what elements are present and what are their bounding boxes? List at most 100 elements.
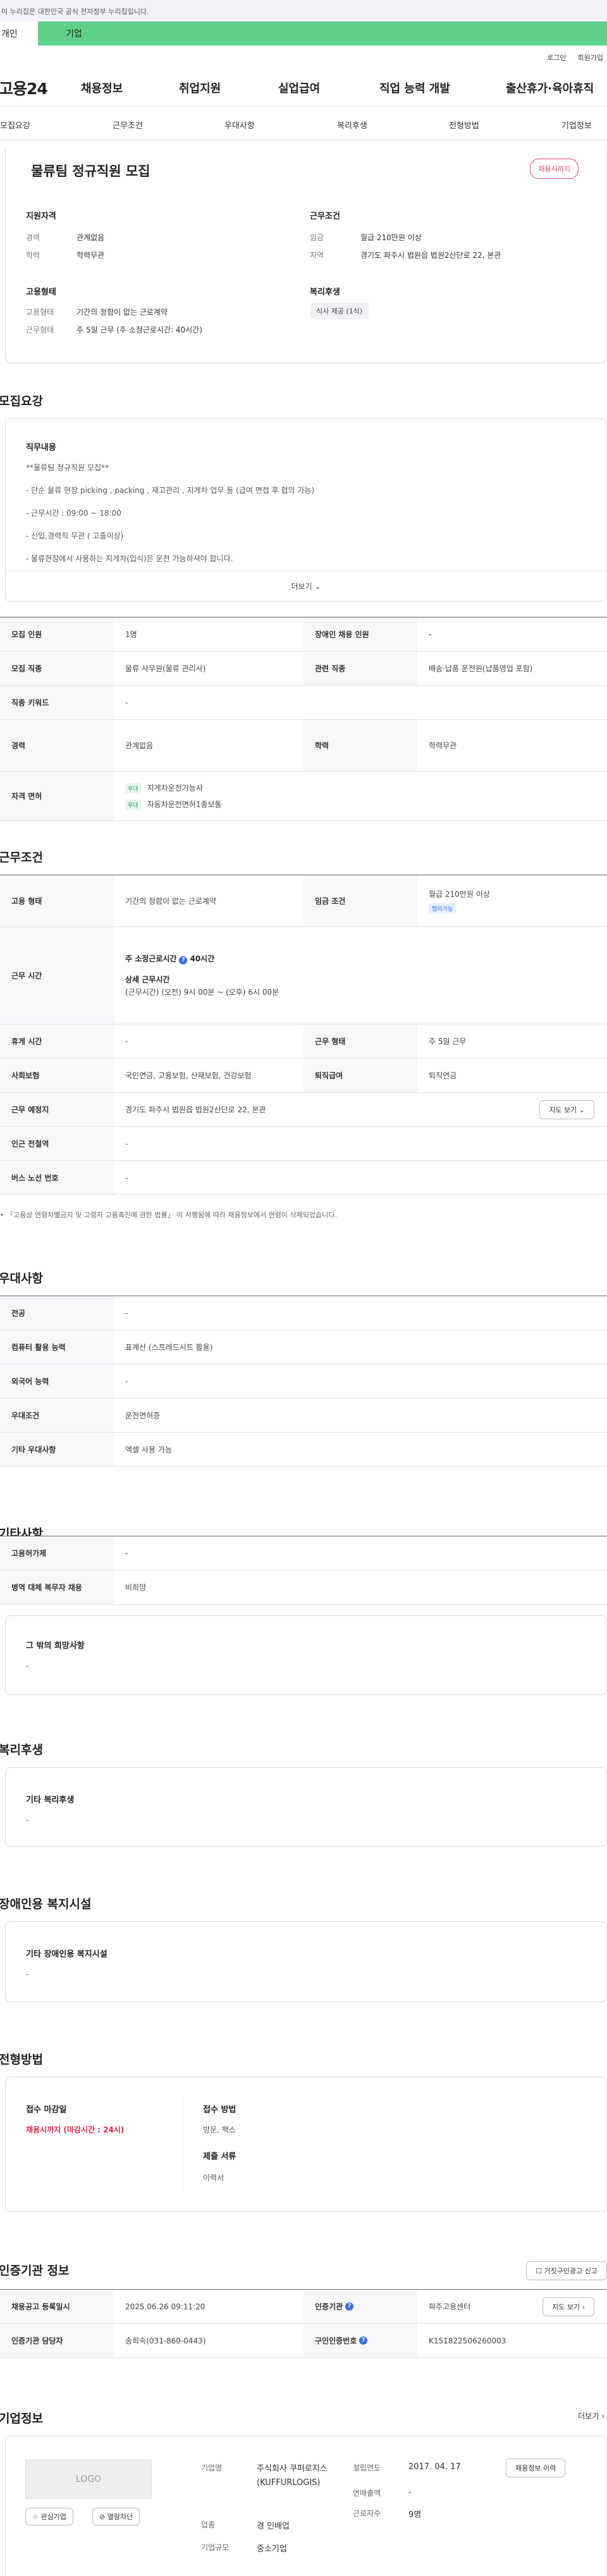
chevron-down-icon: ⌄ [579,1106,585,1114]
benefits-box: 기타 복리후생 - [5,1767,607,1847]
conditions-heading: 근무조건 [310,212,340,221]
gnb-menu-training[interactable]: 직업 능력 개발 [379,80,450,96]
table-cell: - [125,1308,128,1318]
block-company-button[interactable]: ⊘ 열람차단 [92,2508,140,2525]
history-button[interactable]: 채용정보 이력 [506,2458,566,2477]
table-row: 자격 면허 우대 지게차운전기능사 우대 자동차운전면허1종보통 [0,772,607,821]
user-type-tabs: 개인 기업 [0,21,607,46]
table-header: 전공 [0,1296,114,1330]
table-cell: 배송·납품 운전원(납품영업 포함) [429,664,533,673]
login-link[interactable]: 로그인 [547,52,566,63]
facilities-box: 기타 장애인용 복지시설 - [5,1921,607,2002]
selection-box: 접수 마감일 채용시까지 (마감시간 : 24시) 접수 방법 방문, 팩스 제… [5,2077,607,2212]
table-cell: 관계없음 [125,741,154,750]
gnb-menu-leave[interactable]: 출산휴가·육아휴직 [506,80,594,96]
company-name-value: 주식회사 쿠퍼로지스(KUFFURLOGIS) [257,2464,328,2488]
career-label: 경력 [26,233,40,242]
welfare-heading: 복리후생 [310,288,340,297]
table-header: 구인인증번호? [304,2324,417,2357]
company-logo: LOGO [25,2460,152,2499]
table-row: 근무 예정지 경기도 파주시 법원읍 법원2산단로 22, 본관 지도 보기 ⌄ [0,1093,607,1127]
table-header: 우대조건 [0,1399,114,1432]
gnb-menu-support[interactable]: 취업지원 [179,80,221,96]
table-cell: - [125,698,128,707]
table-header: 인근 전철역 [0,1127,114,1160]
hours-cell: 주 소정근로시간? 40시간 상세 근무시간 (근무시간) (오전) 9시 00분… [114,927,607,1024]
anchor-tab-recruit[interactable]: 모집요강 [0,119,30,131]
table-cell: - [125,1376,128,1386]
license-cell: 우대 지게차운전기능사 우대 자동차운전면허1종보통 [114,772,607,820]
duty-box: 직무내용 **물류팀 정규직원 모집** - 단순 물류 현장 picking … [5,418,607,602]
false-ad-report-button[interactable]: ☐ 거짓구인광고 신고 [526,2261,607,2280]
docs-value: 이력서 [203,2173,224,2182]
table-cell: 운전면허증 [125,1411,161,1420]
table-header: 임금 조건 [304,875,417,927]
anchor-tab-preference[interactable]: 우대사항 [224,119,255,131]
sales-value: - [408,2488,412,2497]
wage-cell: 월급 210만원 이상 협의가능 [429,889,490,914]
table-cell: 퇴직연금 [429,1071,457,1080]
gnb-menu-benefit[interactable]: 실업급여 [278,80,320,96]
table-header: 학력 [304,720,417,771]
facilities-value: - [26,1970,29,1979]
duty-more-button[interactable]: 더보기 ⌄ [6,581,606,592]
gnb-menu-jobs[interactable]: 채용정보 [81,80,123,96]
signup-link[interactable]: 회원가입 [578,52,603,63]
duty-line: - 신입,경력직 무관 ( 고졸이상) [26,532,124,540]
table-header: 근무 형태 [304,1024,417,1058]
interest-company-button[interactable]: ☆ 관심기업 [25,2508,73,2525]
company-name-label: 기업명 [201,2464,223,2472]
table-header: 관련 직종 [304,652,417,685]
table-row: 외국어 능력 - [0,1364,607,1399]
weekly-hours: 주 소정근로시간? 40시간 [125,954,215,964]
preference-table: 전공 - 컴퓨터 활용 능력 표계산 (스프레드시트 활용) 외국어 능력 - 우대조… [0,1296,607,1467]
table-cell: 비희망 [125,1583,147,1592]
info-icon[interactable]: ? [345,2302,354,2311]
anchor-tab-selection[interactable]: 전형방법 [449,119,479,131]
wish-value: - [26,1662,29,1670]
site-logo[interactable]: 고용24 [0,76,48,99]
header-links: 로그인 회원가입 [0,46,607,70]
table-cell: 파주고용센터 [429,2302,471,2311]
tab-company[interactable]: 기업 [38,21,607,46]
table-row: 직종 키워드 - [0,686,607,720]
benefits-title: 기타 복리후생 [26,1795,75,1805]
report-icon: ☐ [536,2267,543,2275]
table-header: 인증기관? [304,2290,417,2323]
info-icon[interactable]: ? [359,2336,368,2345]
table-header: 근무 예정지 [0,1093,114,1126]
table-cell: 학력무관 [429,741,457,750]
company-more-link[interactable]: 더보기 › [578,2410,604,2421]
founded-label: 설립연도 [353,2464,381,2472]
industry-value: 경 인배업 [257,2522,290,2531]
table-header: 장애인 채용 인원 [304,617,417,651]
anchor-tab-work[interactable]: 근무조건 [113,119,143,131]
table-header: 퇴직급여 [304,1059,417,1092]
wish-title: 그 밖의 희망사항 [26,1641,85,1651]
table-row: 고용 형태 기간의 정함이 없는 근로계약 임금 조건 월급 210만원 이상 … [0,875,607,927]
table-header: 모집 인원 [0,617,114,651]
status-badge: 채용시까지 [530,159,579,179]
table-header: 경력 [0,720,114,771]
work-form-value: 주 5일 근무 (주 소정근로시간: 40시간) [77,325,202,334]
info-icon[interactable]: ? [179,956,188,964]
agency-map-button[interactable]: 지도 보기 › [543,2297,594,2316]
table-cell: 표계산 (스프레드시트 활용) [125,1343,213,1352]
work-map-button[interactable]: 지도 보기 ⌄ [539,1100,594,1119]
table-cell: 기간의 정함이 없는 근로계약 [125,897,216,906]
chevron-right-icon: › [601,2412,604,2421]
docs-title: 제출 서류 [203,2152,236,2161]
size-value: 중소기업 [257,2544,287,2554]
duty-line: - 단순 물류 현장 picking , packing , 재고관리 , 지게… [26,486,315,495]
wish-box: 그 밖의 희망사항 - [5,1615,607,1695]
region-value: 경기도 파주시 법원읍 법원2산단로 22, 본관 [360,251,501,260]
work-table: 고용 형태 기간의 정함이 없는 근로계약 임금 조건 월급 210만원 이상 … [0,875,607,1197]
anchor-tab-company[interactable]: 기업정보 [561,119,592,131]
tab-personal[interactable]: 개인 [0,21,38,46]
table-cell: - [125,1548,128,1558]
employment-type-label: 고용형태 [26,308,54,317]
anchor-tab-benefits[interactable]: 복리후생 [337,119,367,131]
table-cell: 송희숙(031-860-0443) [125,2336,206,2345]
table-header: 사회보험 [0,1059,114,1092]
table-cell: 물류 사무원(물류 관리사) [125,664,206,673]
